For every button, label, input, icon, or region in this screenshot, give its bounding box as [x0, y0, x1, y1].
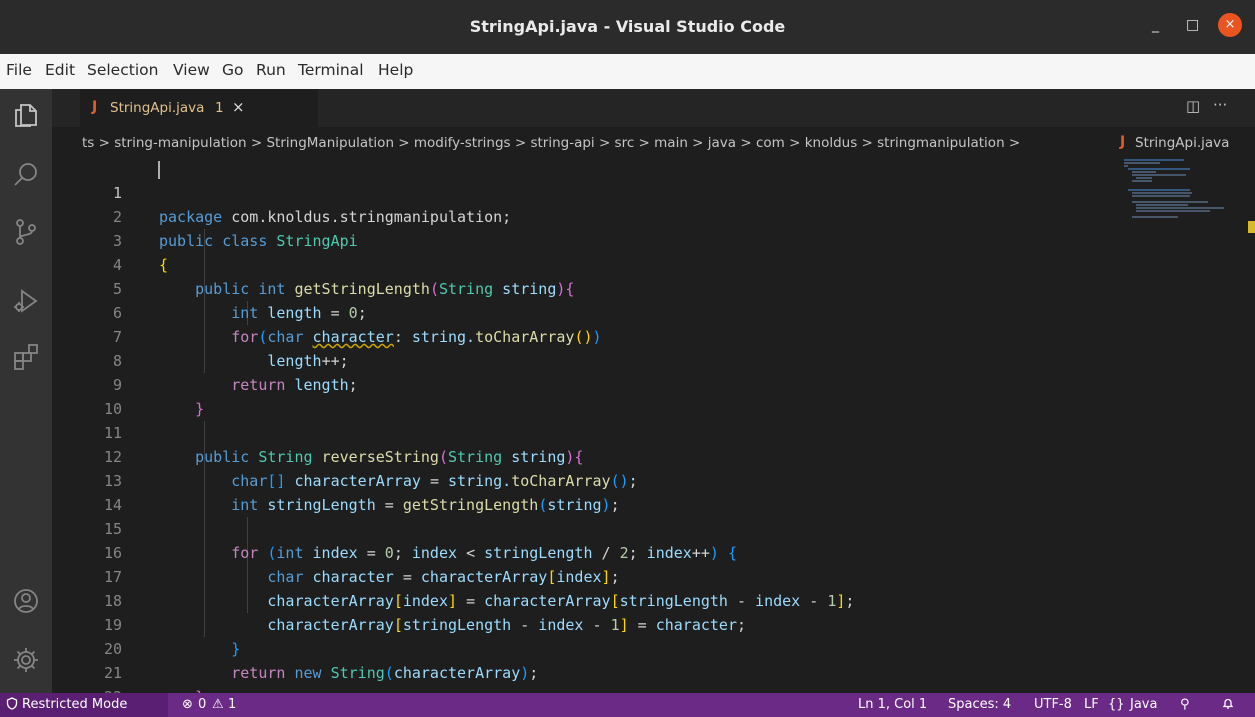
code-line: 22 } — [52, 661, 1112, 693]
text-cursor — [158, 161, 160, 179]
menu-file[interactable]: File — [6, 61, 32, 79]
minimap-line — [1132, 180, 1152, 182]
menu-view[interactable]: View — [173, 61, 210, 79]
gear-icon[interactable] — [10, 644, 42, 676]
code-line: 18 characterArray[stringLength - index -… — [52, 565, 1112, 634]
code-line: 4 public int getStringLength(String stri… — [52, 229, 1112, 298]
indentation[interactable]: Spaces: 4 — [948, 697, 1011, 712]
scrollbar-warning-marker — [1248, 221, 1255, 233]
minimap-line — [1132, 192, 1192, 194]
encoding[interactable]: UTF-8 — [1034, 697, 1072, 712]
code-line: 19 } — [52, 589, 1112, 658]
warning-icon: ⚠ — [212, 697, 224, 712]
tab-stringapi-java[interactable]: J StringApi.java 1 × — [80, 89, 318, 127]
code-line: 12 char[] characterArray = string.toChar… — [52, 421, 1112, 490]
explorer-icon[interactable] — [10, 99, 42, 131]
warning-count[interactable]: 1 — [228, 697, 236, 712]
tab-problem-count: 1 — [215, 100, 224, 116]
notifications-bell-icon[interactable] — [1222, 697, 1234, 714]
line-number: 22 — [92, 685, 122, 693]
code-line: 8 return length; — [52, 325, 1112, 394]
code-line: 3 { — [52, 205, 1112, 274]
editor-tabs: J StringApi.java 1 × — [52, 89, 1255, 127]
search-icon[interactable] — [10, 159, 42, 191]
extensions-icon[interactable] — [10, 341, 42, 373]
code-line: 15 for (int index = 0; index < stringLen… — [52, 493, 1112, 562]
title-bar: StringApi.java - Visual Studio Code _ □ … — [0, 0, 1255, 54]
code-line: 2 public class StringApi — [52, 181, 1112, 250]
minimap-line — [1124, 162, 1160, 164]
code-line: 7 length++; — [52, 301, 1112, 370]
code-line: 5 int length = 0; — [52, 253, 1112, 322]
code-line: 11 public String reverseString(String st… — [52, 397, 1112, 466]
status-bar: Restricted Mode ⊗ 0 ⚠ 1 Ln 1, Col 1 Spac… — [0, 693, 1255, 717]
code-line: 6 for(char character: string.toCharArray… — [52, 277, 1112, 346]
menu-run[interactable]: Run — [256, 61, 286, 79]
code-line: 20 return new String(characterArray); — [52, 613, 1112, 682]
minimap[interactable] — [1122, 157, 1232, 227]
tab-filename: StringApi.java — [110, 100, 205, 116]
minimap-line — [1124, 159, 1184, 161]
code-line: 21 } — [52, 637, 1112, 693]
menu-selection[interactable]: Selection — [87, 61, 158, 79]
error-count[interactable]: 0 — [198, 697, 206, 712]
breadcrumb-file[interactable]: StringApi.java — [1135, 135, 1229, 151]
cursor-position[interactable]: Ln 1, Col 1 — [858, 697, 927, 712]
breadcrumb-path[interactable]: ts > string-manipulation > StringManipul… — [82, 135, 1020, 151]
minimap-line — [1132, 174, 1186, 176]
code-line: 14 — [52, 469, 1112, 514]
activity-bar — [0, 89, 52, 693]
restricted-mode-label: Restricted Mode — [22, 697, 128, 712]
close-button[interactable]: × — [1218, 13, 1242, 37]
code-line: 16 char character = characterArray[index… — [52, 517, 1112, 586]
run-debug-icon[interactable] — [10, 285, 42, 317]
braces-icon: {} — [1108, 697, 1125, 712]
code-text: } — [159, 685, 204, 693]
menu-terminal[interactable]: Terminal — [298, 61, 364, 79]
minimap-line — [1136, 204, 1188, 206]
code-line: 1 package com.knoldus.stringmanipulation… — [52, 157, 1112, 226]
minimap-line — [1128, 168, 1190, 170]
menu-bar: File Edit Selection View Go Run Terminal… — [0, 54, 1255, 89]
accounts-icon[interactable] — [10, 585, 42, 617]
restricted-mode-indicator[interactable]: Restricted Mode — [0, 693, 168, 717]
minimap-line — [1136, 177, 1152, 179]
error-icon: ⊗ — [182, 697, 193, 712]
menu-go[interactable]: Go — [222, 61, 244, 79]
minimap-line — [1132, 216, 1178, 218]
shield-icon — [6, 697, 18, 714]
minimap-line — [1132, 171, 1156, 173]
minimap-line — [1132, 201, 1208, 203]
code-line: 10 — [52, 373, 1112, 418]
more-actions-icon[interactable]: ··· — [1213, 96, 1227, 114]
breadcrumb: ts > string-manipulation > StringManipul… — [52, 127, 1255, 157]
minimap-line — [1132, 195, 1190, 197]
code-line: 13 int stringLength = getStringLength(st… — [52, 445, 1112, 514]
feedback-icon[interactable]: ⚲ — [1180, 697, 1190, 712]
window-title: StringApi.java - Visual Studio Code — [469, 17, 786, 36]
code-editor[interactable]: 1 package com.knoldus.stringmanipulation… — [52, 157, 1255, 693]
menu-help[interactable]: Help — [378, 61, 413, 79]
split-editor-icon[interactable]: ◫ — [1186, 97, 1200, 115]
tab-close-icon[interactable]: × — [232, 98, 245, 116]
java-file-icon: J — [92, 99, 98, 115]
minimize-button[interactable]: _ — [1152, 17, 1159, 33]
minimap-line — [1128, 189, 1190, 191]
java-file-icon: J — [1120, 134, 1126, 150]
minimap-line — [1136, 207, 1224, 209]
menu-edit[interactable]: Edit — [45, 61, 75, 79]
maximize-button[interactable]: □ — [1186, 17, 1199, 33]
end-of-line[interactable]: LF — [1084, 697, 1099, 712]
code-line: 17 characterArray[index] = characterArra… — [52, 541, 1112, 610]
minimap-line — [1136, 210, 1210, 212]
language-mode[interactable]: Java — [1130, 697, 1157, 712]
code-line: 9 } — [52, 349, 1112, 418]
source-control-icon[interactable] — [10, 216, 42, 248]
minimap-line — [1124, 165, 1128, 167]
